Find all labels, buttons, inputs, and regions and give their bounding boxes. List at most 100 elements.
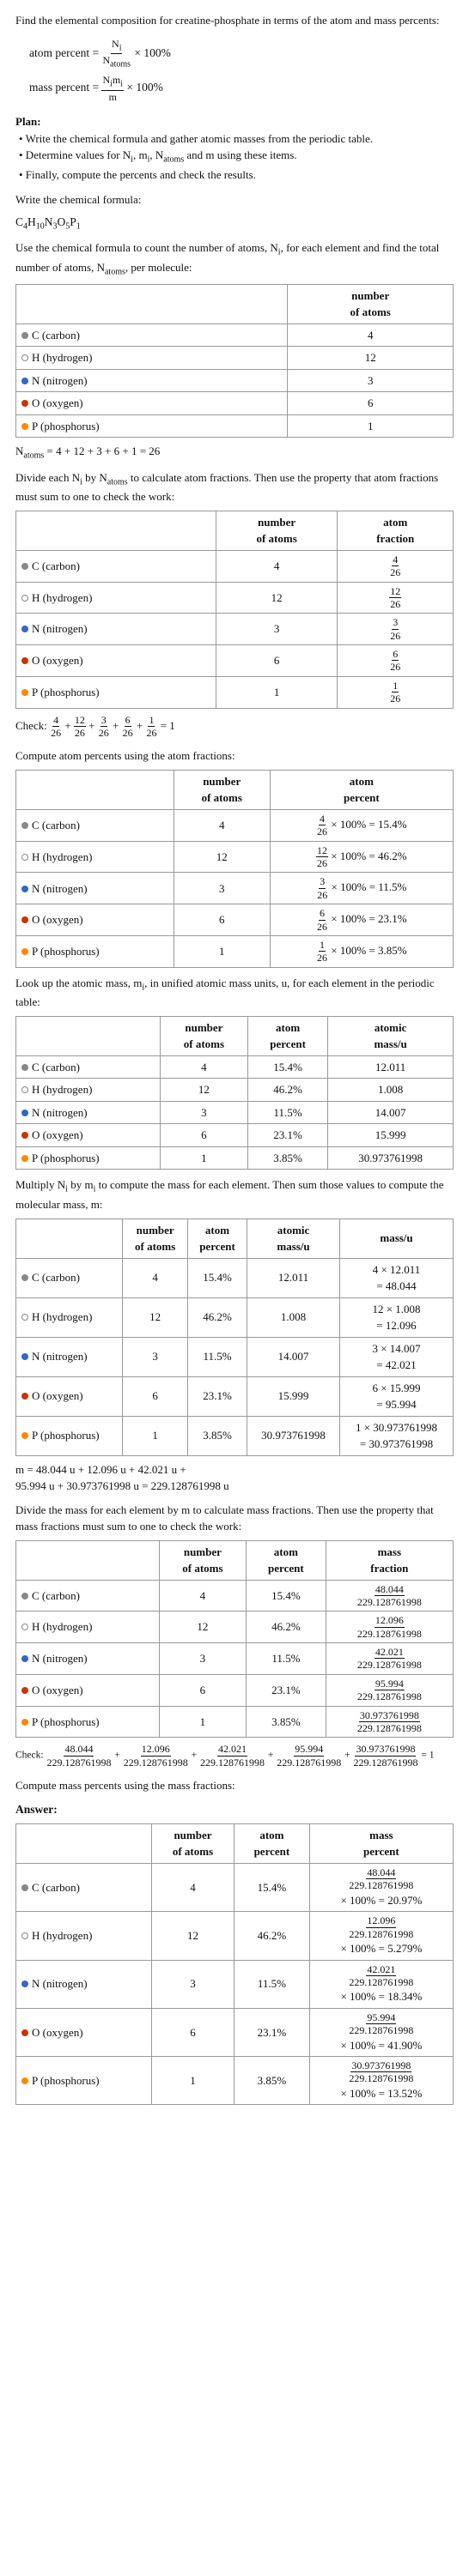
atompct-hydrogen: 46.2% — [247, 1612, 326, 1643]
table3: numberof atoms atompercent C (carbon) 4 … — [15, 770, 454, 968]
atoms-hydrogen: 12 — [159, 1612, 246, 1643]
masspct-hydrogen: 12.096229.128761998× 100% = 5.279% — [309, 1912, 453, 1960]
dot-nitrogen — [21, 1353, 28, 1360]
massfrac-oxygen: 95.994229.128761998 — [326, 1674, 453, 1706]
dot-hydrogen — [21, 1624, 28, 1630]
page: Find the elemental composition for creat… — [0, 0, 469, 2122]
dot-hydrogen — [21, 354, 28, 361]
table2-desc: Divide each Ni by Natoms to calculate at… — [15, 469, 454, 505]
dot-oxygen — [21, 2029, 28, 2036]
frac-nitrogen: 326 — [338, 614, 454, 645]
masscalc-oxygen: 6 × 15.999= 95.994 — [340, 1376, 454, 1416]
atompct-nitrogen: 326 × 100% = 11.5% — [270, 873, 453, 904]
table-row: P (phosphorus) 1 126 — [16, 676, 454, 708]
table5-col4: atomicmass/u — [247, 1218, 340, 1258]
masspct-carbon: 48.044229.128761998× 100% = 20.97% — [309, 1863, 453, 1911]
dot-nitrogen — [21, 1655, 28, 1662]
atoms-hydrogen: 12 — [151, 1912, 234, 1960]
mass-phosphorus: 30.973761998 — [247, 1416, 340, 1455]
dot-hydrogen — [21, 1932, 28, 1939]
atoms-oxygen: 6 — [123, 1376, 188, 1416]
dot-oxygen — [21, 657, 28, 664]
element-carbon: C (carbon) — [16, 1863, 152, 1911]
element-phosphorus: P (phosphorus) — [16, 936, 174, 968]
atoms-nitrogen: 3 — [160, 1101, 247, 1124]
table-row: P (phosphorus) 1 3.85% 30.973761998 — [16, 1146, 454, 1170]
atompct-carbon: 15.4% — [247, 1580, 326, 1612]
atompct-hydrogen: 46.2% — [248, 1079, 328, 1102]
answer-table: numberof atoms atompercent masspercent C… — [15, 1823, 454, 2105]
table5-col1 — [16, 1218, 123, 1258]
m-equation: m = 48.044 u + 12.096 u + 42.021 u + 95.… — [15, 1461, 454, 1495]
table-row: P (phosphorus) 1 126 × 100% = 3.85% — [16, 936, 454, 968]
atompct-nitrogen: 11.5% — [248, 1101, 328, 1124]
plan-section: Plan: • Write the chemical formula and g… — [15, 113, 454, 183]
atompct-phosphorus: 126 × 100% = 3.85% — [270, 936, 453, 968]
table-row: O (oxygen) 6 23.1% 15.999 6 × 15.999= 95… — [16, 1376, 454, 1416]
answer-col4: masspercent — [309, 1823, 453, 1863]
atompct-phosphorus: 3.85% — [188, 1416, 247, 1455]
table6: numberof atoms atompercent massfraction … — [15, 1540, 454, 1738]
atoms-hydrogen: 12 — [160, 1079, 247, 1102]
masscalc-nitrogen: 3 × 14.007= 42.021 — [340, 1337, 454, 1376]
table4-col4: atomicmass/u — [328, 1016, 454, 1055]
mass-percent-formula: mass percent = Nimim × 100% — [29, 74, 454, 103]
dot-nitrogen — [21, 1110, 28, 1116]
dot-hydrogen — [21, 1086, 28, 1093]
massfrac-nitrogen: 42.021229.128761998 — [326, 1643, 453, 1675]
table-row: C (carbon) 4 15.4% 12.011 — [16, 1055, 454, 1079]
table3-desc: Compute atom percents using the atom fra… — [15, 747, 454, 765]
atoms-phosphorus: 1 — [151, 2057, 234, 2105]
atoms-hydrogen: 12 — [216, 582, 338, 614]
dot-hydrogen — [21, 595, 28, 602]
dot-hydrogen — [21, 1314, 28, 1321]
table2: numberof atoms atomfraction C (carbon) 4… — [15, 511, 454, 709]
element-oxygen: O (oxygen) — [16, 645, 216, 677]
element-phosphorus: P (phosphorus) — [16, 1416, 123, 1455]
table-row: N (nitrogen) 3 11.5% 42.021229.128761998 — [16, 1643, 454, 1675]
element-oxygen: O (oxygen) — [16, 2008, 152, 2056]
element-carbon: C (carbon) — [16, 1055, 161, 1079]
atoms-phosphorus: 1 — [160, 1146, 247, 1170]
dot-phosphorus — [21, 1155, 28, 1162]
atoms-oxygen: 6 — [160, 1124, 247, 1147]
atoms-nitrogen: 3 — [174, 873, 270, 904]
atoms-hydrogen: 12 — [288, 347, 454, 370]
table4-col2: numberof atoms — [160, 1016, 247, 1055]
table6-col1 — [16, 1540, 160, 1580]
massfrac-hydrogen: 12.096229.128761998 — [326, 1612, 453, 1643]
atoms-phosphorus: 1 — [174, 936, 270, 968]
table-row: H (hydrogen) 12 46.2% 1.008 12 × 1.008= … — [16, 1297, 454, 1337]
dot-oxygen — [21, 1132, 28, 1139]
table-row: O (oxygen) 6 626 × 100% = 23.1% — [16, 904, 454, 936]
element-nitrogen: N (nitrogen) — [16, 1960, 152, 2008]
table-row: O (oxygen) 6 — [16, 392, 454, 415]
element-carbon: C (carbon) — [16, 809, 174, 841]
mass-nitrogen: 14.007 — [328, 1101, 454, 1124]
frac-oxygen: 626 — [338, 645, 454, 677]
element-phosphorus: P (phosphorus) — [16, 1146, 161, 1170]
element-nitrogen: N (nitrogen) — [16, 1101, 161, 1124]
table-row: C (carbon) 4 426 × 100% = 15.4% — [16, 809, 454, 841]
table-row: H (hydrogen) 12 — [16, 347, 454, 370]
table5-desc: Multiply Ni by mi to compute the mass fo… — [15, 1176, 454, 1212]
dot-phosphorus — [21, 948, 28, 955]
dot-carbon — [21, 1884, 28, 1891]
mass-oxygen: 15.999 — [247, 1376, 340, 1416]
intro-text: Find the elemental composition for creat… — [15, 12, 454, 29]
massfrac-phosphorus: 30.973761998229.128761998 — [326, 1706, 453, 1738]
plan-title: Plan: — [15, 113, 454, 130]
element-hydrogen: H (hydrogen) — [16, 582, 216, 614]
dot-oxygen — [21, 1393, 28, 1400]
atoms-phosphorus: 1 — [216, 676, 338, 708]
table4-col1 — [16, 1016, 161, 1055]
atompct-carbon: 15.4% — [234, 1863, 310, 1911]
element-phosphorus: P (phosphorus) — [16, 1706, 160, 1738]
table1-desc: Use the chemical formula to count the nu… — [15, 239, 454, 278]
table6-desc: Divide the mass for each element by m to… — [15, 1502, 454, 1535]
table-row: N (nitrogen) 3 11.5% 14.007 3 × 14.007= … — [16, 1337, 454, 1376]
element-hydrogen: H (hydrogen) — [16, 1297, 123, 1337]
table-row: P (phosphorus) 1 3.85% 30.973761998229.1… — [16, 2057, 454, 2105]
table-row: N (nitrogen) 3 326 × 100% = 11.5% — [16, 873, 454, 904]
masscalc-phosphorus: 1 × 30.973761998= 30.973761998 — [340, 1416, 454, 1455]
